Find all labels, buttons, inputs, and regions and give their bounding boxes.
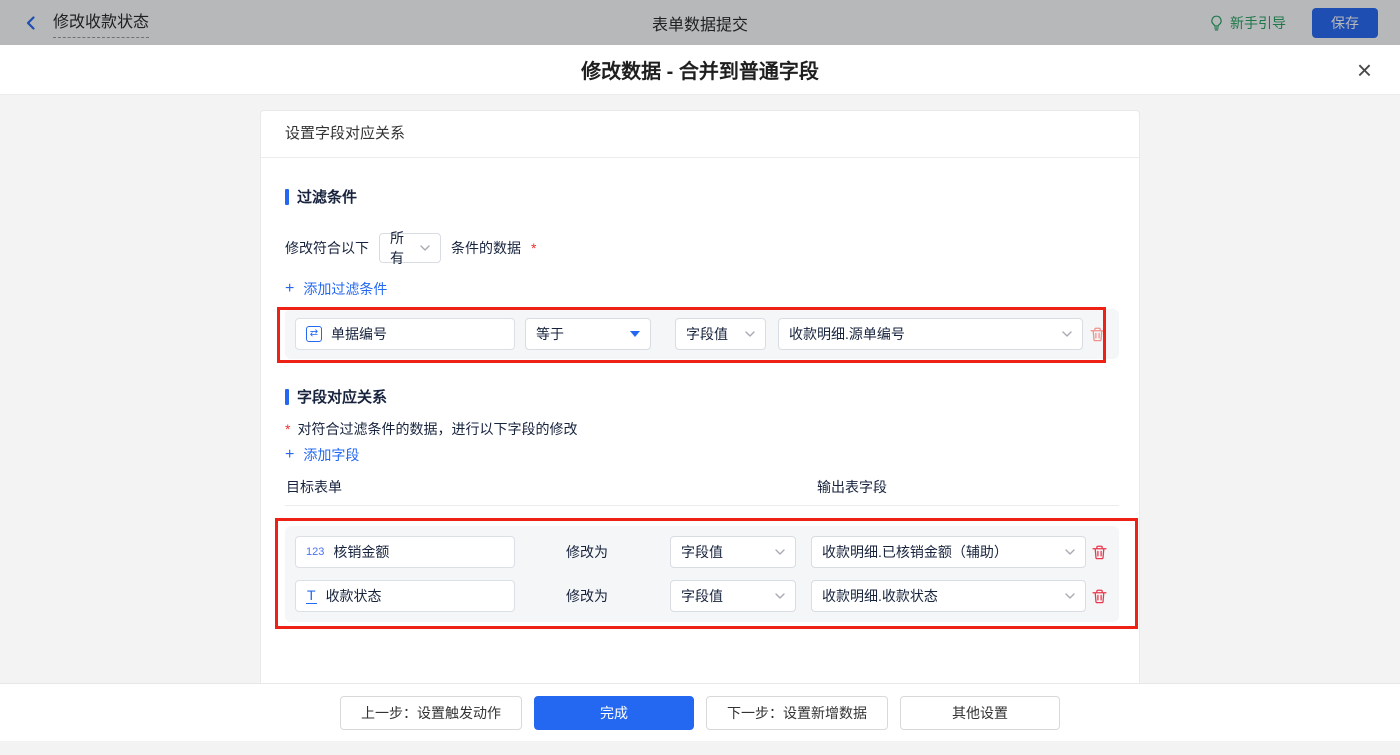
mapping-section-label: 字段对应关系 — [297, 389, 388, 406]
column-output-field: 输出表字段 — [817, 479, 887, 495]
filter-value: 收款明细.源单编号 — [789, 326, 905, 342]
filter-value-type-select[interactable]: 字段值 — [675, 318, 766, 350]
output-field-select[interactable]: 收款明细.收款状态 — [811, 580, 1086, 612]
chevron-down-icon — [420, 245, 430, 251]
required-mark: * — [531, 240, 537, 256]
done-button[interactable]: 完成 — [534, 695, 694, 730]
filter-value-select[interactable]: 收款明细.源单编号 — [778, 318, 1083, 350]
add-field-link[interactable]: + 添加字段 — [285, 445, 359, 465]
modify-to-label: 修改为 — [566, 588, 608, 604]
mapping-row: T 收款状态 修改为 字段值 收款明细.收款状态 — [295, 580, 1109, 612]
filter-section-label: 过滤条件 — [297, 189, 358, 206]
modal-body: 设置字段对应关系 过滤条件 修改符合以下 所有 条件的数据 * + 添加过滤条件… — [0, 95, 1400, 687]
close-icon[interactable]: × — [1357, 57, 1372, 83]
chevron-down-icon — [745, 331, 755, 337]
mapping-description-text: 对符合过滤条件的数据，进行以下字段的修改 — [297, 421, 578, 437]
plus-icon: + — [285, 446, 295, 463]
section-marker — [285, 188, 289, 205]
caret-down-icon — [630, 331, 640, 337]
match-mode-value: 所有 — [390, 230, 404, 266]
chevron-down-icon — [1065, 593, 1075, 599]
mapping-columns-header: 目标表单 输出表字段 — [285, 477, 1119, 506]
trash-icon[interactable] — [1092, 589, 1107, 604]
chevron-down-icon — [1062, 331, 1072, 337]
filter-field-label: 单据编号 — [331, 326, 387, 342]
add-filter-condition-label: 添加过滤条件 — [303, 281, 388, 297]
output-field-value: 收款明细.收款状态 — [822, 588, 938, 604]
modal-footer: 上一步：设置触发动作 完成 下一步：设置新增数据 其他设置 — [0, 683, 1400, 741]
chevron-down-icon — [1065, 549, 1075, 555]
target-field-label: 核销金额 — [333, 544, 390, 560]
value-type-select[interactable]: 字段值 — [670, 580, 796, 612]
beginner-guide-label: 新手引导 — [1230, 14, 1286, 31]
chevron-down-icon — [775, 549, 785, 555]
match-mode-select[interactable]: 所有 — [379, 230, 441, 266]
prev-step-button[interactable]: 上一步：设置触发动作 — [340, 695, 522, 730]
mapping-section-title: 字段对应关系 — [285, 386, 1119, 407]
required-mark: * — [285, 421, 291, 437]
modal-title: 修改数据 - 合并到普通字段 — [581, 61, 819, 83]
trash-icon[interactable] — [1090, 327, 1105, 342]
add-field-label: 添加字段 — [303, 447, 360, 463]
other-settings-button[interactable]: 其他设置 — [900, 695, 1060, 730]
card-title: 设置字段对应关系 — [261, 111, 1139, 158]
trash-icon[interactable] — [1092, 545, 1107, 560]
add-filter-condition-link[interactable]: + 添加过滤条件 — [285, 279, 387, 299]
operator-value: 等于 — [536, 326, 564, 342]
page-background-strip — [0, 741, 1400, 755]
modify-to-label: 修改为 — [566, 544, 608, 560]
value-type: 字段值 — [681, 588, 723, 604]
back-button[interactable] — [22, 14, 40, 32]
target-field-select[interactable]: 123 核销金额 — [295, 536, 515, 568]
page-title: 表单数据提交 — [651, 16, 748, 34]
number-field-icon: 123 — [306, 546, 325, 558]
save-button[interactable]: 保存 — [1312, 7, 1378, 38]
target-field-label: 收款状态 — [325, 588, 382, 604]
filter-match-row: 修改符合以下 所有 条件的数据 * — [285, 230, 1119, 266]
section-marker — [285, 388, 289, 405]
topbar: 修改收款状态 表单数据提交 新手引导 保存 — [0, 0, 1400, 45]
value-type-select[interactable]: 字段值 — [670, 536, 796, 568]
filter-suffix-text: 条件的数据 — [451, 240, 521, 256]
filter-section-title: 过滤条件 — [285, 186, 1119, 207]
chevron-down-icon — [775, 593, 785, 599]
next-step-button[interactable]: 下一步：设置新增数据 — [706, 695, 888, 730]
target-field-select[interactable]: T 收款状态 — [295, 580, 515, 612]
filter-field-select[interactable]: ⇄ 单据编号 — [295, 318, 515, 350]
output-field-select[interactable]: 收款明细.已核销金额（辅助） — [811, 536, 1086, 568]
beginner-guide-link[interactable]: 新手引导 — [1209, 13, 1286, 33]
modal-header: 修改数据 - 合并到普通字段 × — [0, 45, 1400, 95]
plus-icon: + — [285, 280, 295, 297]
filter-value-type: 字段值 — [686, 326, 728, 342]
value-type: 字段值 — [681, 544, 723, 560]
flow-name[interactable]: 修改收款状态 — [53, 8, 150, 38]
mapping-row: 123 核销金额 修改为 字段值 收款明细.已核销金额（辅助） — [295, 536, 1109, 568]
output-field-value: 收款明细.已核销金额（辅助） — [822, 544, 1008, 560]
serial-number-icon: ⇄ — [306, 326, 322, 342]
mapping-description: * 对符合过滤条件的数据，进行以下字段的修改 — [285, 419, 1119, 439]
filter-condition-row: ⇄ 单据编号 等于 字段值 收款明细.源单编号 — [277, 307, 1119, 363]
filter-prefix-text: 修改符合以下 — [285, 240, 369, 256]
annotation-box-mapping — [275, 518, 1138, 629]
column-target-form: 目标表单 — [286, 479, 342, 495]
chevron-left-icon — [22, 14, 40, 32]
field-mapping-card: 设置字段对应关系 过滤条件 修改符合以下 所有 条件的数据 * + 添加过滤条件… — [260, 110, 1140, 687]
operator-select[interactable]: 等于 — [525, 318, 651, 350]
bulb-icon — [1209, 15, 1224, 31]
field-mapping-rows: 123 核销金额 修改为 字段值 收款明细.已核销金额（辅助） T 收款状态 修… — [275, 518, 1138, 629]
text-field-icon: T — [306, 587, 317, 604]
